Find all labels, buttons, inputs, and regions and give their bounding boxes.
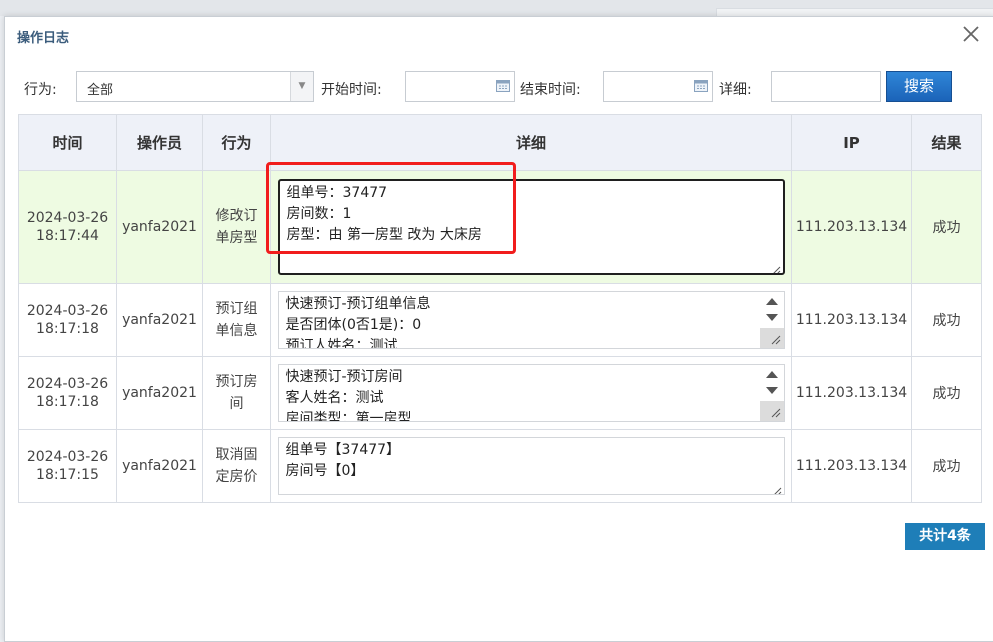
column-header-ip: IP	[791, 114, 912, 171]
end-time-input[interactable]	[603, 71, 713, 102]
detail-line: 是否团体(0否1是)：0	[285, 317, 422, 333]
time-cell: 2024-03-26 18:17:18	[18, 283, 117, 357]
resize-handle-icon[interactable]	[772, 482, 782, 494]
column-header-time: 时间	[18, 114, 117, 171]
detail-filter-input[interactable]	[771, 71, 881, 102]
detail-line: 预订人姓名：测试	[285, 338, 398, 349]
scrollbar[interactable]	[759, 365, 784, 421]
ip-cell: 111.203.13.134	[791, 356, 912, 430]
ip-cell: 111.203.13.134	[791, 283, 912, 357]
detail-line: 房型：由 第一房型 改为 大床房	[286, 227, 482, 243]
action-cell: 取消固定房价	[202, 429, 271, 503]
time-cell: 2024-03-26 18:17:18	[18, 356, 117, 430]
action-filter-label: 行为:	[24, 82, 57, 98]
ip-cell: 111.203.13.134	[791, 170, 912, 284]
scroll-up-icon[interactable]	[765, 371, 778, 378]
time-text: 18:17:18	[36, 321, 99, 337]
action-select-value: 全部	[87, 83, 114, 98]
result-cell: 成功	[911, 429, 982, 503]
result-cell: 成功	[911, 356, 982, 430]
detail-textarea[interactable]: 组单号：37477 房间数：1 房型：由 第一房型 改为 大床房	[277, 179, 785, 275]
detail-line: 房间类型：第一房型	[285, 411, 412, 422]
end-time-label: 结束时间:	[520, 82, 581, 98]
operator-cell: yanfa2021	[116, 429, 203, 503]
start-time-input[interactable]	[405, 71, 515, 102]
detail-textarea[interactable]: 组单号【37477】 房间号【0】	[277, 437, 785, 495]
calendar-icon[interactable]	[694, 80, 708, 92]
filter-bar: 行为: 全部 ▼ 开始时间: 结束时间: 详细: 搜索	[5, 69, 993, 105]
date-text: 2024-03-26	[26, 376, 109, 392]
column-header-operator: 操作员	[116, 114, 203, 171]
detail-cell: 组单号：37477 房间数：1 房型：由 第一房型 改为 大床房	[270, 170, 792, 284]
column-header-detail: 详细	[270, 114, 792, 171]
operator-cell: yanfa2021	[116, 283, 203, 357]
time-cell: 2024-03-26 18:17:44	[18, 170, 117, 284]
time-text: 18:17:44	[36, 228, 99, 244]
date-text: 2024-03-26	[26, 449, 109, 465]
result-cell: 成功	[911, 170, 982, 284]
table-row[interactable]: 2024-03-26 18:17:44 yanfa2021 修改订单房型 组单号…	[18, 170, 982, 284]
close-icon[interactable]	[960, 23, 982, 45]
action-cell: 修改订单房型	[202, 170, 271, 284]
start-time-label: 开始时间:	[321, 82, 382, 98]
resize-handle-icon[interactable]	[771, 261, 781, 273]
dialog-title: 操作日志	[17, 31, 70, 46]
detail-line: 快速预订-预订组单信息	[285, 296, 431, 312]
operator-cell: yanfa2021	[116, 356, 203, 430]
detail-filter-label: 详细:	[719, 82, 752, 98]
detail-cell: 快速预订-预订房间 客人姓名：测试 房间类型：第一房型	[270, 356, 792, 430]
table-header-row: 时间 操作员 行为 详细 IP 结果	[18, 114, 982, 171]
action-cell: 预订房间	[202, 356, 271, 430]
detail-textarea[interactable]: 快速预订-预订房间 客人姓名：测试 房间类型：第一房型	[277, 364, 785, 422]
detail-cell: 组单号【37477】 房间号【0】	[270, 429, 792, 503]
table-row[interactable]: 2024-03-26 18:17:15 yanfa2021 取消固定房价 组单号…	[18, 429, 982, 503]
operator-cell: yanfa2021	[116, 170, 203, 284]
result-cell: 成功	[911, 283, 982, 357]
time-text: 18:17:18	[36, 394, 99, 410]
detail-line: 客人姓名：测试	[285, 390, 384, 406]
time-cell: 2024-03-26 18:17:15	[18, 429, 117, 503]
search-button[interactable]: 搜索	[886, 71, 952, 102]
action-cell: 预订组单信息	[202, 283, 271, 357]
detail-line: 房间数：1	[286, 206, 352, 222]
scroll-up-icon[interactable]	[765, 298, 778, 305]
time-text: 18:17:15	[36, 467, 99, 483]
resize-handle-icon[interactable]	[759, 401, 784, 421]
chevron-down-icon[interactable]: ▼	[290, 72, 313, 101]
detail-line: 房间号【0】	[285, 463, 365, 479]
action-select[interactable]: 全部 ▼	[76, 71, 314, 102]
detail-line: 组单号【37477】	[285, 442, 401, 458]
detail-line: 快速预订-预订房间	[285, 369, 403, 385]
table-row[interactable]: 2024-03-26 18:17:18 yanfa2021 预订房间 快速预订-…	[18, 356, 982, 430]
column-header-result: 结果	[911, 114, 982, 171]
dialog-titlebar: 操作日志	[5, 17, 993, 53]
ip-cell: 111.203.13.134	[791, 429, 912, 503]
total-count-badge: 共计4条	[905, 523, 985, 550]
table-row[interactable]: 2024-03-26 18:17:18 yanfa2021 预订组单信息 快速预…	[18, 283, 982, 357]
detail-textarea[interactable]: 快速预订-预订组单信息 是否团体(0否1是)：0 预订人姓名：测试	[277, 291, 785, 349]
date-text: 2024-03-26	[26, 210, 109, 226]
calendar-icon[interactable]	[496, 80, 510, 92]
resize-handle-icon[interactable]	[759, 328, 784, 348]
operation-log-dialog: 操作日志 行为: 全部 ▼ 开始时间: 结束时间: 详细: 搜索 时间 操作员 …	[4, 16, 993, 642]
detail-cell: 快速预订-预订组单信息 是否团体(0否1是)：0 预订人姓名：测试	[270, 283, 792, 357]
scroll-down-icon[interactable]	[765, 387, 778, 394]
log-table: 时间 操作员 行为 详细 IP 结果 2024-03-26 18:17:44 y…	[18, 114, 982, 503]
date-text: 2024-03-26	[26, 303, 109, 319]
column-header-action: 行为	[202, 114, 271, 171]
detail-line: 组单号：37477	[286, 185, 388, 201]
scroll-down-icon[interactable]	[765, 314, 778, 321]
scrollbar[interactable]	[759, 292, 784, 348]
